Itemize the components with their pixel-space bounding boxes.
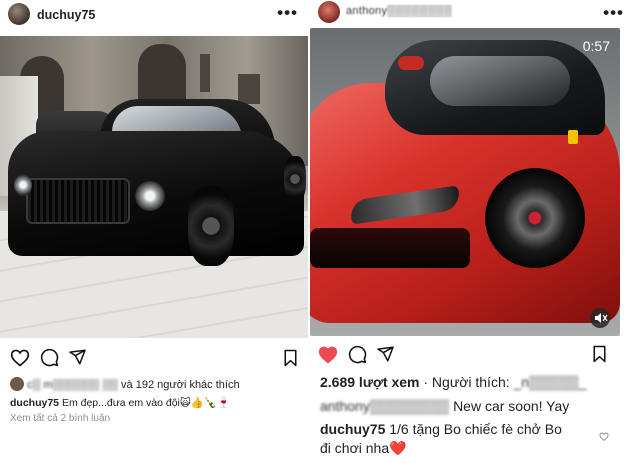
- heart-icon[interactable]: [10, 348, 30, 367]
- car-wheel: [284, 156, 306, 202]
- ferrari-badge: [568, 130, 578, 144]
- avatar[interactable]: [318, 1, 340, 23]
- car-wheel: [188, 186, 234, 266]
- post-actions: [312, 345, 640, 370]
- post-username[interactable]: duchuy75: [37, 8, 95, 22]
- car-front-vent: [310, 228, 470, 268]
- post-username[interactable]: anthony▒▒▒▒▒▒▒▒: [346, 5, 452, 17]
- bookmark-icon[interactable]: [592, 345, 607, 363]
- building-window: [200, 54, 210, 92]
- car-headlight: [14, 174, 32, 196]
- bookmark-icon[interactable]: [283, 349, 298, 367]
- video-timer: 0:57: [582, 38, 610, 54]
- like-count[interactable]: và 192 người khác thích: [121, 379, 240, 391]
- blurred-liker-name: c▒ m▒▒▒▒▒▒ ▒▒: [27, 379, 118, 391]
- comment-icon[interactable]: [40, 348, 59, 367]
- car-headlight: [135, 181, 165, 211]
- building-window: [238, 74, 260, 104]
- view-comments-link[interactable]: Xem tất cả 2 bình luận: [10, 413, 110, 424]
- caption-text: Em đẹp...đưa em vào đội🙀👍🍾🍷: [61, 397, 231, 409]
- car-mirror: [398, 56, 424, 70]
- avatar[interactable]: [8, 3, 30, 25]
- likes-line: c▒ m▒▒▒▒▒▒ ▒▒ và 192 người khác thích: [10, 377, 240, 391]
- share-icon[interactable]: [376, 345, 395, 363]
- post-header: anthony▒▒▒▒▒▒▒▒ •••: [312, 0, 640, 30]
- caption-username[interactable]: duchuy75: [10, 397, 59, 409]
- more-icon[interactable]: •••: [603, 3, 624, 23]
- post-actions: [0, 348, 312, 370]
- caption: duchuy75 Em đẹp...đưa em vào đội🙀👍🍾🍷: [10, 396, 230, 409]
- car-wheel: [485, 168, 585, 268]
- post-left: duchuy75 ••• c▒ m▒▒▒▒▒▒ ▒▒ và 192 người …: [0, 0, 312, 463]
- share-icon[interactable]: [68, 348, 87, 366]
- mute-icon[interactable]: [590, 308, 610, 328]
- post-photo[interactable]: [0, 36, 308, 338]
- car-grille: [26, 178, 130, 224]
- windshield-reflection: [430, 56, 570, 106]
- liker-avatar: [10, 377, 24, 391]
- post-video[interactable]: 0:57: [310, 28, 620, 336]
- heart-icon[interactable]: [318, 345, 338, 364]
- more-icon[interactable]: •••: [277, 3, 298, 23]
- post-header: duchuy75 •••: [0, 0, 312, 30]
- comment-icon[interactable]: [348, 345, 367, 364]
